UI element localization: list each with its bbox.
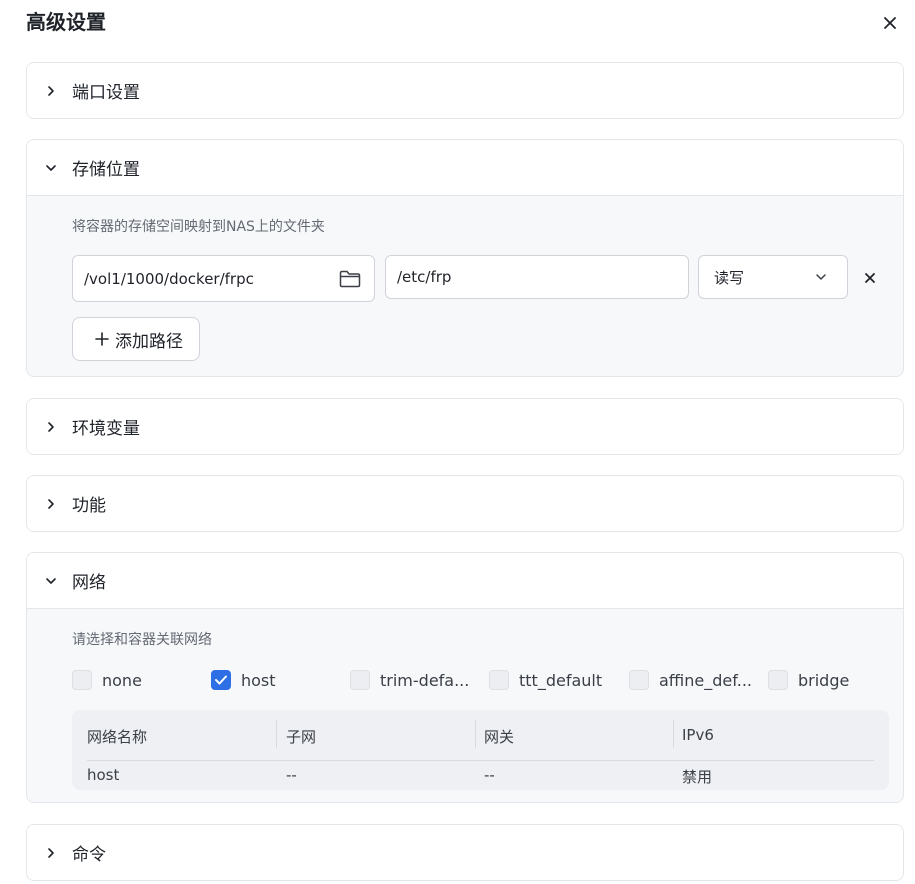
panel-command-title: 命令 bbox=[72, 845, 106, 865]
column-divider bbox=[673, 720, 674, 748]
panel-features: 功能 bbox=[26, 475, 904, 532]
checkbox[interactable] bbox=[629, 670, 649, 690]
panel-storage-title: 存储位置 bbox=[72, 160, 140, 180]
panel-network: 网络 请选择和容器关联网络 none host trim-defa... ttt… bbox=[26, 552, 904, 803]
chevron-right-icon bbox=[43, 845, 59, 861]
column-divider bbox=[276, 720, 277, 748]
table-header-name: 网络名称 bbox=[87, 728, 148, 746]
network-option-label: affine_def... bbox=[659, 670, 752, 690]
chevron-right-icon bbox=[43, 496, 59, 512]
checkbox-checked[interactable] bbox=[211, 670, 231, 690]
dialog-title: 高级设置 bbox=[26, 10, 106, 34]
remove-path-button[interactable] bbox=[862, 270, 878, 286]
close-icon bbox=[865, 273, 875, 283]
table-cell: -- bbox=[286, 766, 297, 784]
network-option-label: bridge bbox=[798, 670, 850, 690]
panel-storage: 存储位置 将容器的存储空间映射到NAS上的文件夹 /vol1/1000/dock… bbox=[26, 139, 904, 377]
panel-env-title: 环境变量 bbox=[72, 419, 140, 439]
panel-features-title: 功能 bbox=[72, 496, 106, 516]
container-path-value: /etc/frp bbox=[397, 268, 452, 286]
plus-icon bbox=[95, 332, 109, 346]
host-path-value: /vol1/1000/docker/frpc bbox=[84, 269, 254, 288]
network-option-host[interactable]: host bbox=[211, 670, 276, 690]
network-option-ttt-default[interactable]: ttt_default bbox=[489, 670, 602, 690]
network-option-label: host bbox=[241, 670, 276, 690]
network-option-trim-default[interactable]: trim-defa... bbox=[350, 670, 469, 690]
network-option-bridge[interactable]: bridge bbox=[768, 670, 849, 690]
folder-icon[interactable] bbox=[338, 267, 362, 291]
close-icon bbox=[884, 17, 896, 29]
permission-value: 读写 bbox=[714, 268, 745, 287]
table-header-subnet: 子网 bbox=[286, 728, 317, 746]
panel-network-header[interactable]: 网络 bbox=[27, 553, 903, 608]
chevron-down-icon bbox=[813, 269, 829, 285]
network-option-label: ttt_default bbox=[519, 670, 603, 690]
column-divider bbox=[475, 720, 476, 748]
checkbox[interactable] bbox=[768, 670, 788, 690]
host-path-field[interactable]: /vol1/1000/docker/frpc bbox=[72, 255, 375, 302]
network-option-none[interactable]: none bbox=[72, 670, 142, 690]
chevron-down-icon bbox=[43, 573, 59, 589]
panel-storage-header[interactable]: 存储位置 bbox=[27, 140, 903, 195]
panel-command-header[interactable]: 命令 bbox=[27, 825, 903, 880]
checkbox[interactable] bbox=[350, 670, 370, 690]
close-button[interactable] bbox=[880, 13, 900, 33]
network-option-label: trim-defa... bbox=[380, 670, 470, 690]
table-cell: 禁用 bbox=[682, 768, 713, 786]
network-hint: 请选择和容器关联网络 bbox=[72, 632, 212, 648]
panel-env-header[interactable]: 环境变量 bbox=[27, 399, 903, 454]
checkbox[interactable] bbox=[489, 670, 509, 690]
network-table: 网络名称 子网 网关 IPv6 host -- -- 禁用 bbox=[72, 710, 889, 790]
table-cell: -- bbox=[484, 766, 495, 784]
panel-network-body: 请选择和容器关联网络 none host trim-defa... ttt_de… bbox=[27, 608, 903, 802]
check-icon bbox=[215, 675, 227, 685]
chevron-right-icon bbox=[43, 83, 59, 99]
table-header-ipv6: IPv6 bbox=[682, 726, 714, 744]
panel-network-title: 网络 bbox=[72, 573, 106, 593]
panel-features-header[interactable]: 功能 bbox=[27, 476, 903, 531]
panel-ports-title: 端口设置 bbox=[72, 83, 140, 103]
chevron-right-icon bbox=[43, 419, 59, 435]
chevron-down-icon bbox=[43, 160, 59, 176]
checkbox[interactable] bbox=[72, 670, 92, 690]
panel-ports: 端口设置 bbox=[26, 62, 904, 119]
permission-select[interactable]: 读写 bbox=[698, 255, 848, 299]
panel-env: 环境变量 bbox=[26, 398, 904, 455]
table-divider bbox=[87, 760, 874, 761]
panel-storage-body: 将容器的存储空间映射到NAS上的文件夹 /vol1/1000/docker/fr… bbox=[27, 195, 903, 376]
table-cell: host bbox=[87, 766, 120, 784]
network-option-affine-default[interactable]: affine_def... bbox=[629, 670, 752, 690]
table-header-gateway: 网关 bbox=[484, 728, 515, 746]
add-path-label: 添加路径 bbox=[115, 331, 183, 352]
panel-ports-header[interactable]: 端口设置 bbox=[27, 63, 903, 118]
network-option-label: none bbox=[102, 670, 142, 690]
panel-command: 命令 bbox=[26, 824, 904, 881]
add-path-button[interactable]: 添加路径 bbox=[72, 317, 200, 361]
container-path-field[interactable]: /etc/frp bbox=[385, 255, 689, 299]
storage-hint: 将容器的存储空间映射到NAS上的文件夹 bbox=[72, 219, 325, 235]
